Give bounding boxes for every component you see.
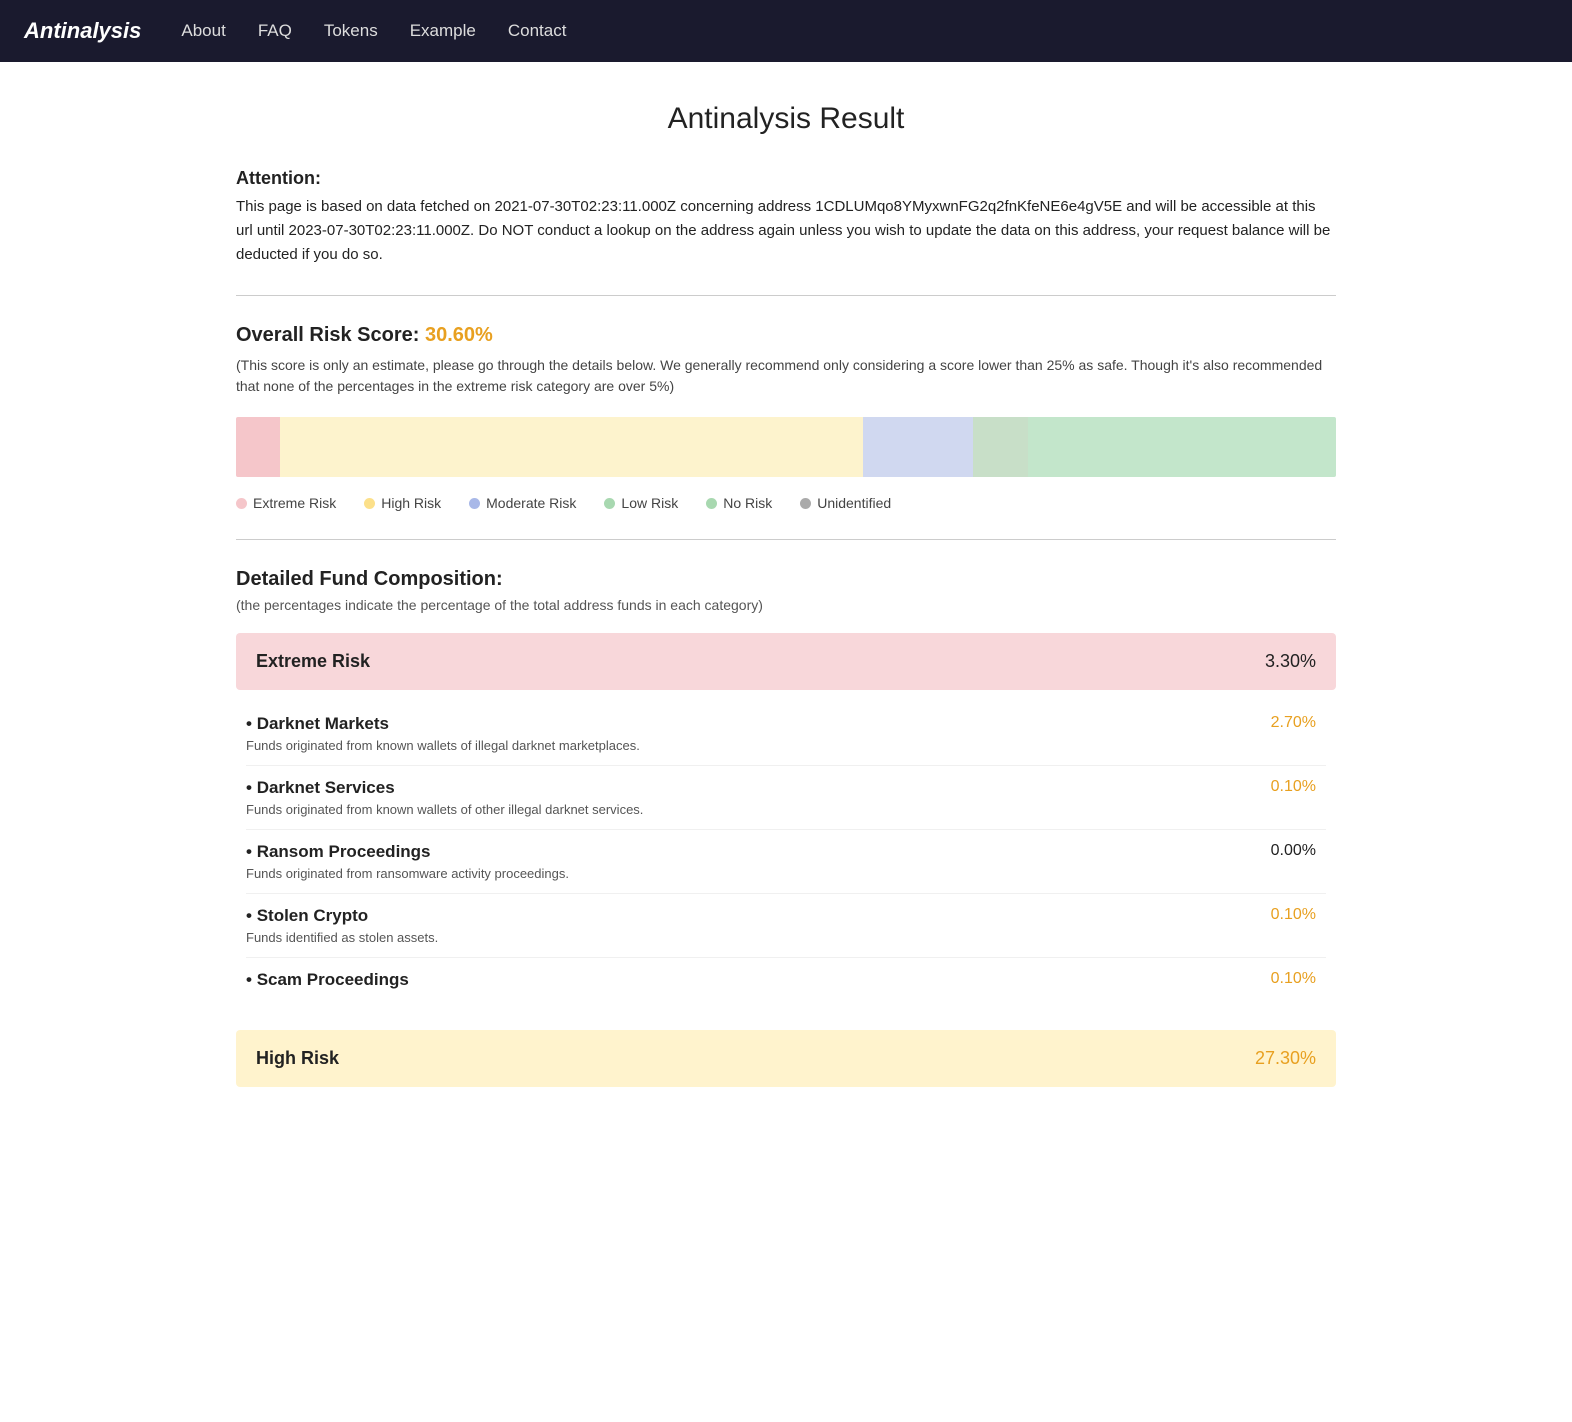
legend-label-moderate: Moderate Risk <box>486 495 576 511</box>
subcategory-desc-darknet-markets: Funds originated from known wallets of i… <box>246 738 1236 753</box>
risk-bar <box>236 417 1336 477</box>
risk-score-note: (This score is only an estimate, please … <box>236 355 1336 397</box>
main-content: Antinalysis Result Attention: This page … <box>216 62 1356 1159</box>
risk-score-value: 30.60% <box>425 324 493 346</box>
category-extreme-risk: Extreme Risk 3.30% <box>236 633 1336 690</box>
legend-moderate: Moderate Risk <box>469 495 576 511</box>
list-item: Darknet Services Funds originated from k… <box>246 766 1326 830</box>
attention-text: This page is based on data fetched on 20… <box>236 195 1336 267</box>
fund-composition-note: (the percentages indicate the percentage… <box>236 597 1336 613</box>
legend-label-low: Low Risk <box>621 495 678 511</box>
legend-label-high: High Risk <box>381 495 441 511</box>
subcategory-desc-stolen-crypto: Funds identified as stolen assets. <box>246 930 1236 945</box>
list-item: Ransom Proceedings Funds originated from… <box>246 830 1326 894</box>
subcategory-pct-ransom: 0.00% <box>1236 842 1316 860</box>
legend-label-extreme: Extreme Risk <box>253 495 336 511</box>
category-extreme-pct: 3.30% <box>1265 651 1316 672</box>
attention-block: Attention: This page is based on data fe… <box>236 168 1336 267</box>
navbar: Antinalysis About FAQ Tokens Example Con… <box>0 0 1572 62</box>
category-extreme-label: Extreme Risk <box>256 651 370 672</box>
risk-bar-low <box>973 417 1028 477</box>
subcategory-desc-ransom: Funds originated from ransomware activit… <box>246 866 1236 881</box>
subcategory-desc-darknet-services: Funds originated from known wallets of o… <box>246 802 1236 817</box>
risk-score-label: Overall Risk Score: 30.60% <box>236 324 1336 347</box>
list-item: Scam Proceedings 0.10% <box>246 958 1326 1006</box>
subcategory-name-darknet-services: Darknet Services <box>246 778 1236 798</box>
subcategory-pct-scam: 0.10% <box>1236 970 1316 988</box>
legend-norisk: No Risk <box>706 495 772 511</box>
subcategory-name-ransom: Ransom Proceedings <box>246 842 1236 862</box>
risk-bar-norisk <box>1028 417 1281 477</box>
legend-unidentified: Unidentified <box>800 495 891 511</box>
attention-label: Attention: <box>236 168 1336 189</box>
subcategory-pct-stolen-crypto: 0.10% <box>1236 906 1316 924</box>
risk-bar-high <box>280 417 863 477</box>
category-high-label: High Risk <box>256 1048 339 1069</box>
subcategory-pct-darknet-services: 0.10% <box>1236 778 1316 796</box>
subcategory-name-scam: Scam Proceedings <box>246 970 1236 990</box>
legend-low: Low Risk <box>604 495 678 511</box>
legend-label-norisk: No Risk <box>723 495 772 511</box>
legend-dot-low <box>604 498 615 509</box>
subcategory-pct-darknet-markets: 2.70% <box>1236 714 1316 732</box>
nav-example[interactable]: Example <box>410 21 476 41</box>
subcategory-list-extreme: Darknet Markets Funds originated from kn… <box>236 702 1336 1006</box>
legend-label-unidentified: Unidentified <box>817 495 891 511</box>
nav-logo: Antinalysis <box>24 18 141 44</box>
page-title: Antinalysis Result <box>236 102 1336 136</box>
subcategory-name-darknet-markets: Darknet Markets <box>246 714 1236 734</box>
divider-2 <box>236 539 1336 540</box>
nav-tokens[interactable]: Tokens <box>324 21 378 41</box>
risk-bar-unidentified <box>1281 417 1336 477</box>
nav-contact[interactable]: Contact <box>508 21 567 41</box>
legend-high: High Risk <box>364 495 441 511</box>
risk-legend: Extreme Risk High Risk Moderate Risk Low… <box>236 495 1336 511</box>
legend-dot-extreme <box>236 498 247 509</box>
legend-dot-high <box>364 498 375 509</box>
subcategory-name-stolen-crypto: Stolen Crypto <box>246 906 1236 926</box>
risk-bar-extreme <box>236 417 280 477</box>
legend-dot-unidentified <box>800 498 811 509</box>
legend-extreme: Extreme Risk <box>236 495 336 511</box>
nav-about[interactable]: About <box>181 21 225 41</box>
risk-bar-moderate <box>863 417 973 477</box>
legend-dot-norisk <box>706 498 717 509</box>
legend-dot-moderate <box>469 498 480 509</box>
fund-composition-title: Detailed Fund Composition: <box>236 568 1336 591</box>
list-item: Stolen Crypto Funds identified as stolen… <box>246 894 1326 958</box>
category-high-pct: 27.30% <box>1255 1048 1316 1069</box>
divider-1 <box>236 295 1336 296</box>
nav-links: About FAQ Tokens Example Contact <box>181 21 566 41</box>
nav-faq[interactable]: FAQ <box>258 21 292 41</box>
list-item: Darknet Markets Funds originated from kn… <box>246 702 1326 766</box>
category-high-risk: High Risk 27.30% <box>236 1030 1336 1087</box>
